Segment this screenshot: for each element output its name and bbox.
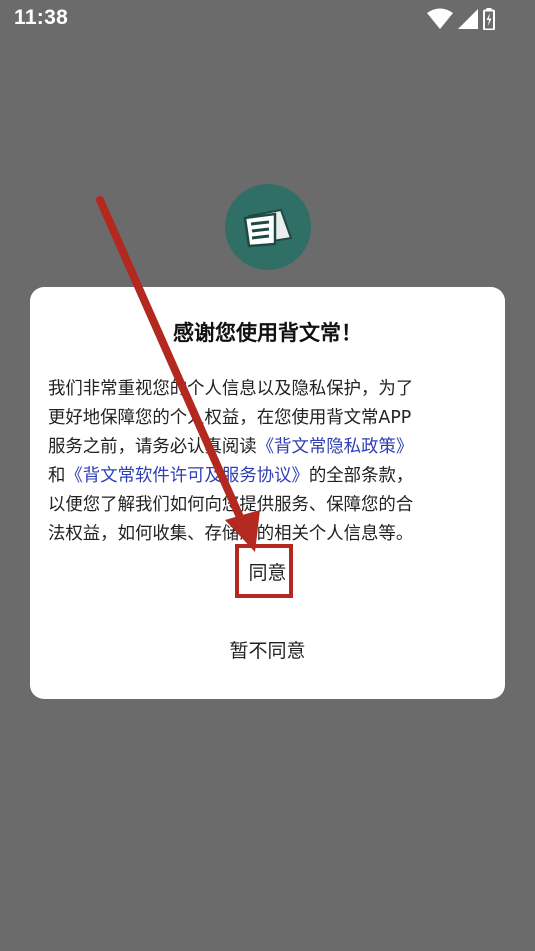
annotation-arrow [96, 196, 260, 552]
